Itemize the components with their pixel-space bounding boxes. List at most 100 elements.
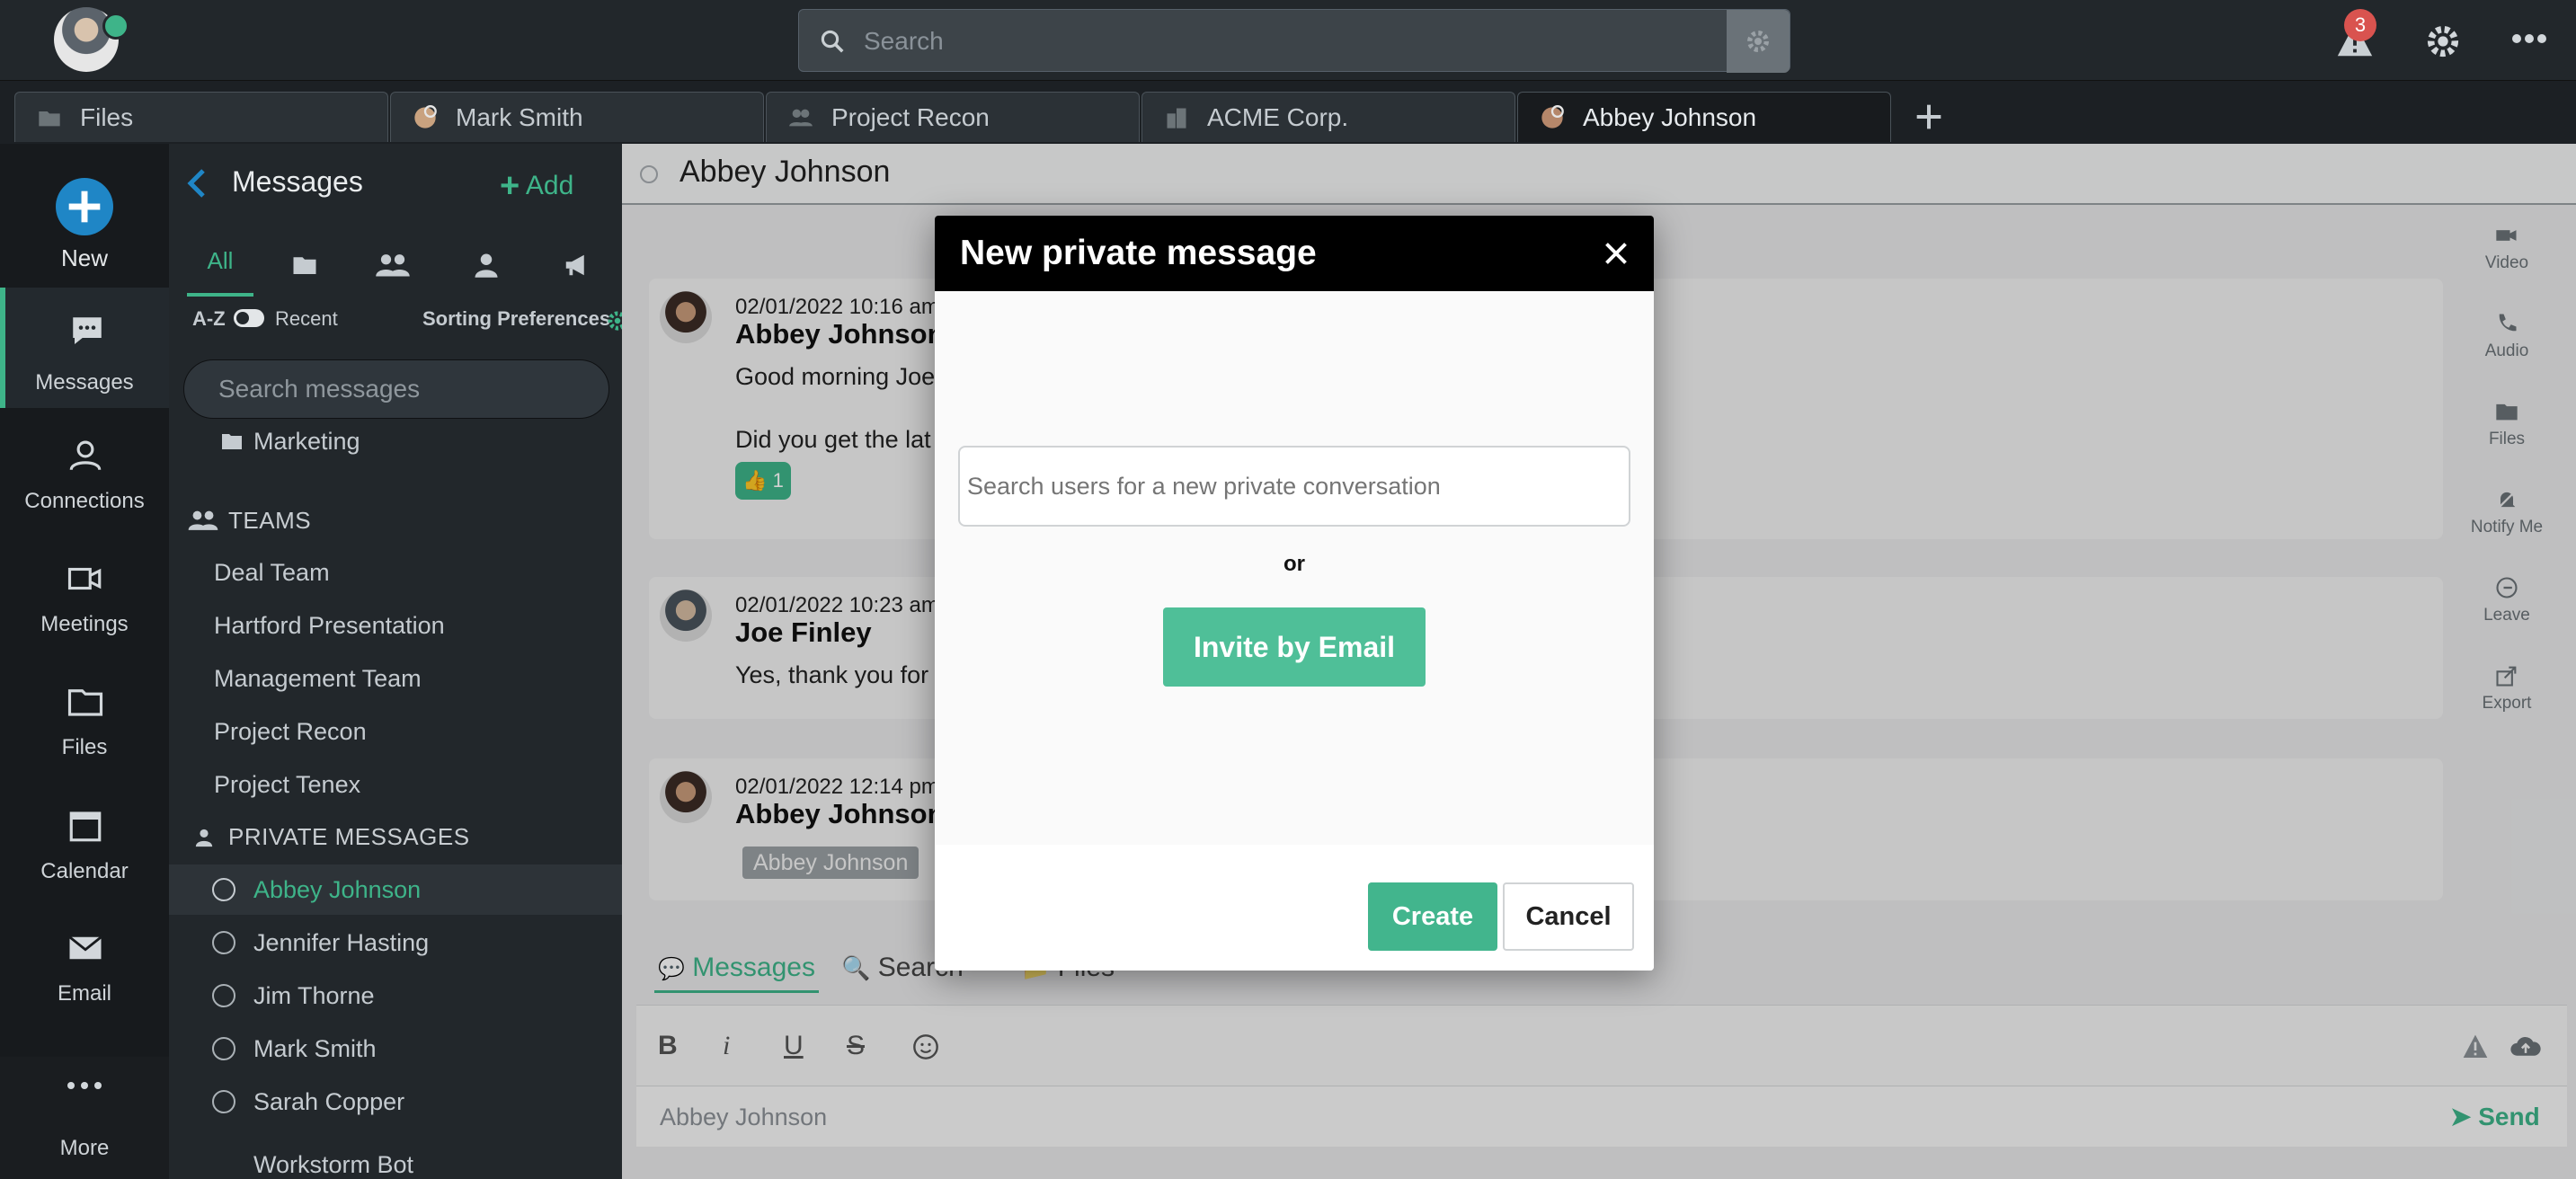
rail-label: Files xyxy=(61,735,108,759)
tab-mark-smith[interactable]: Mark Smith xyxy=(390,92,764,142)
folder-icon xyxy=(293,257,316,274)
create-button[interactable]: Create xyxy=(1368,882,1497,951)
sort-az-label: A-Z xyxy=(192,307,226,330)
tab-label: Mark Smith xyxy=(456,103,583,131)
private-item-mark-smith[interactable]: Mark Smith xyxy=(169,1024,622,1074)
team-item[interactable]: Project Recon xyxy=(214,718,367,746)
team-item[interactable]: Hartford Presentation xyxy=(214,612,445,640)
envelope-icon xyxy=(68,935,102,960)
search-icon xyxy=(821,30,844,53)
dialog-footer: Create Cancel xyxy=(935,845,1654,971)
dialog-header: New private message xyxy=(935,216,1654,291)
add-tab-icon[interactable] xyxy=(1914,102,1943,131)
private-item-abbey-johnson[interactable]: Abbey Johnson xyxy=(169,864,622,915)
filter-announcements[interactable] xyxy=(543,234,609,297)
private-messages-header: PRIVATE MESSAGES xyxy=(228,823,470,850)
rail-label: More xyxy=(59,1136,110,1160)
cancel-button[interactable]: Cancel xyxy=(1503,882,1634,951)
folder-icon xyxy=(39,111,60,127)
filter-teams[interactable] xyxy=(360,234,426,297)
rail-item-email[interactable]: Email xyxy=(0,913,169,1021)
rail-item-messages[interactable]: Messages xyxy=(0,288,169,408)
status-ring xyxy=(212,1037,235,1060)
tab-bar: Files Mark Smith Project Recon ACME Corp… xyxy=(0,81,2576,144)
rail-label: Calendar xyxy=(40,859,129,883)
chat-icon xyxy=(73,317,102,344)
filter-all-label: All xyxy=(207,247,234,274)
sort-recent-label: Recent xyxy=(275,307,338,330)
notification-badge: 3 xyxy=(2344,9,2376,41)
or-separator: or xyxy=(1284,552,1305,576)
sort-toggle[interactable] xyxy=(234,309,264,327)
global-search-bar[interactable]: Search xyxy=(798,9,1790,73)
rail-item-connections[interactable]: Connections xyxy=(0,421,169,528)
gear-icon[interactable] xyxy=(606,309,622,332)
sorting-preferences-link[interactable]: Sorting Preferences xyxy=(422,307,610,331)
user-search-input[interactable] xyxy=(958,446,1630,527)
avatar-icon xyxy=(414,105,437,129)
status-ring xyxy=(212,878,235,901)
tab-acme-corp[interactable]: ACME Corp. xyxy=(1141,92,1515,142)
more-options-icon[interactable] xyxy=(2511,32,2547,45)
status-ring xyxy=(212,1090,235,1113)
chevron-left-icon[interactable] xyxy=(185,167,207,199)
calendar-icon xyxy=(69,811,102,842)
filter-folders[interactable] xyxy=(271,234,338,297)
add-button[interactable]: + Add xyxy=(500,167,573,206)
messages-panel: Messages + Add All A-Z Recent Sorting Pr… xyxy=(169,144,622,1179)
team-item[interactable]: Deal Team xyxy=(214,559,330,587)
search-settings-button[interactable] xyxy=(1727,10,1790,73)
filter-people[interactable] xyxy=(453,234,520,297)
avatar-icon xyxy=(1541,105,1564,129)
team-icon xyxy=(188,510,218,530)
private-item-label: Workstorm Bot xyxy=(253,1151,414,1178)
rail-label: Connections xyxy=(24,489,145,513)
tab-files[interactable]: Files xyxy=(14,92,388,142)
folder-icon xyxy=(222,434,242,449)
person-icon xyxy=(69,440,102,471)
status-ring xyxy=(212,931,235,954)
folder-icon xyxy=(67,689,103,716)
invite-by-email-button[interactable]: Invite by Email xyxy=(1163,607,1426,687)
gear-icon xyxy=(1747,31,1769,52)
team-item[interactable]: Project Tenex xyxy=(214,771,360,799)
private-item-label: Sarah Copper xyxy=(253,1088,405,1115)
private-item-label: Abbey Johnson xyxy=(253,876,422,903)
tab-project-recon[interactable]: Project Recon xyxy=(766,92,1140,142)
filter-all[interactable]: All xyxy=(187,234,253,297)
rail-item-files[interactable]: Files xyxy=(0,667,169,775)
search-messages-input[interactable]: Search messages xyxy=(183,359,609,419)
status-ring xyxy=(212,984,235,1007)
settings-gear-icon[interactable] xyxy=(2425,23,2461,59)
private-item-workstorm-bot[interactable]: Workstorm Bot xyxy=(169,1139,622,1179)
megaphone-icon xyxy=(565,254,584,276)
private-item-jennifer-hasting[interactable]: Jennifer Hasting xyxy=(169,917,622,968)
plus-circle-icon xyxy=(56,178,113,235)
private-item-label: Jennifer Hasting xyxy=(253,929,430,956)
team-icon xyxy=(789,109,813,127)
private-item-sarah-copper[interactable]: Sarah Copper xyxy=(169,1077,622,1127)
tab-label: Project Recon xyxy=(831,103,990,131)
panel-title: Messages xyxy=(232,165,363,198)
person-icon xyxy=(475,253,498,278)
teams-header: TEAMS xyxy=(228,507,312,534)
more-icon xyxy=(67,1082,102,1089)
team-item[interactable]: Management Team xyxy=(214,665,422,693)
left-rail: New Messages Connections Meetings Files … xyxy=(0,144,169,1179)
private-item-jim-thorne[interactable]: Jim Thorne xyxy=(169,971,622,1021)
private-item-label: Jim Thorne xyxy=(253,982,375,1009)
team-icon xyxy=(376,254,410,277)
rail-item-calendar[interactable]: Calendar xyxy=(0,791,169,899)
new-button[interactable]: New xyxy=(0,144,169,279)
rail-item-more[interactable]: More xyxy=(0,1057,169,1179)
close-icon[interactable] xyxy=(1600,237,1632,270)
private-item-label: Mark Smith xyxy=(253,1035,377,1062)
tab-abbey-johnson[interactable]: Abbey Johnson xyxy=(1517,92,1891,142)
rail-label: Messages xyxy=(35,370,134,394)
rail-label: Email xyxy=(57,981,111,1006)
tab-label: Abbey Johnson xyxy=(1583,103,1757,131)
sort-row: A-Z Recent Sorting Preferences xyxy=(192,306,622,350)
folder-item-marketing[interactable]: Marketing xyxy=(253,428,360,456)
rail-item-meetings[interactable]: Meetings xyxy=(0,544,169,652)
new-private-message-dialog: New private message or Invite by Email C… xyxy=(935,216,1654,971)
